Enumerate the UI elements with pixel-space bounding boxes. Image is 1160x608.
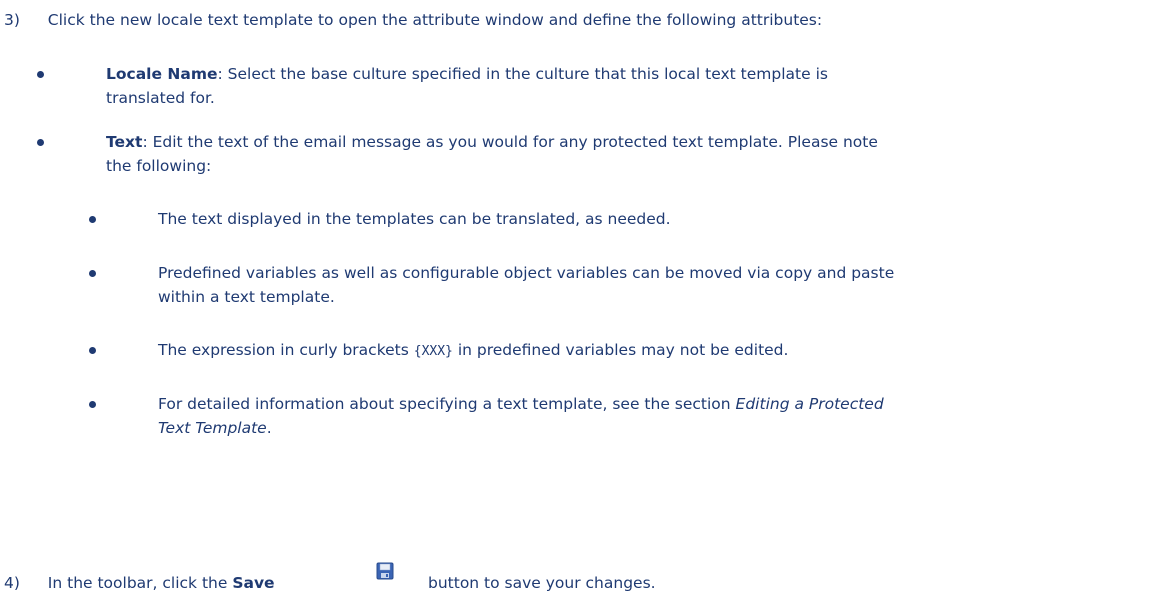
locale-name-desc: Select the base culture specified in the… bbox=[222, 65, 828, 83]
note-variables-cont: within a text template. bbox=[158, 288, 335, 306]
note-detailed-info-cont: Text Template. bbox=[158, 417, 272, 439]
text-item: Text: Edit the text of the email message… bbox=[106, 131, 878, 153]
note-detailed-pre: For detailed information about specifyin… bbox=[158, 395, 736, 413]
sub-bullet bbox=[89, 401, 96, 408]
step-3: 3) Click the new locale text template to… bbox=[4, 9, 822, 31]
text-term: Text bbox=[106, 133, 143, 151]
note-detailed-info: For detailed information about specifyin… bbox=[158, 393, 884, 415]
step-3-text: Click the new locale text template to op… bbox=[47, 11, 823, 29]
step-4-pre: In the toolbar, click the bbox=[47, 574, 233, 592]
sub-bullet bbox=[89, 270, 96, 277]
step-4: 4) In the toolbar, click the Save bbox=[4, 572, 275, 594]
note-curly-brackets: The expression in curly brackets {XXX} i… bbox=[158, 339, 788, 363]
note-curly-pre: The expression in curly brackets bbox=[158, 341, 414, 359]
sub-bullet bbox=[89, 216, 96, 223]
step-4-post: button to save your changes. bbox=[428, 574, 656, 592]
text-desc-cont: the following: bbox=[106, 157, 212, 175]
step-3-number: 3) bbox=[4, 11, 20, 29]
step-4-number: 4) bbox=[4, 574, 20, 592]
floppy-disk-save-icon bbox=[376, 562, 394, 580]
locale-name-desc-cont: translated for. bbox=[106, 89, 215, 107]
locale-name-item: Locale Name: Select the base culture spe… bbox=[106, 63, 828, 85]
text-desc: Edit the text of the email message as yo… bbox=[147, 133, 878, 151]
note-translation: The text displayed in the templates can … bbox=[158, 210, 671, 228]
note-curly-post: in predefined variables may not be edite… bbox=[452, 341, 789, 359]
bullet bbox=[37, 71, 44, 78]
note-link-editing-protected[interactable]: Editing a Protected bbox=[736, 395, 884, 413]
step-4-save-label: Save bbox=[232, 574, 275, 592]
note-link-text-template[interactable]: Text Template bbox=[158, 419, 267, 437]
locale-name-term: Locale Name bbox=[106, 65, 218, 83]
note-detailed-period: . bbox=[266, 419, 272, 437]
note-variables: Predefined variables as well as configur… bbox=[158, 264, 895, 282]
sub-bullet bbox=[89, 347, 96, 354]
bullet bbox=[37, 139, 44, 146]
note-curly-code: {XXX} bbox=[413, 344, 453, 359]
